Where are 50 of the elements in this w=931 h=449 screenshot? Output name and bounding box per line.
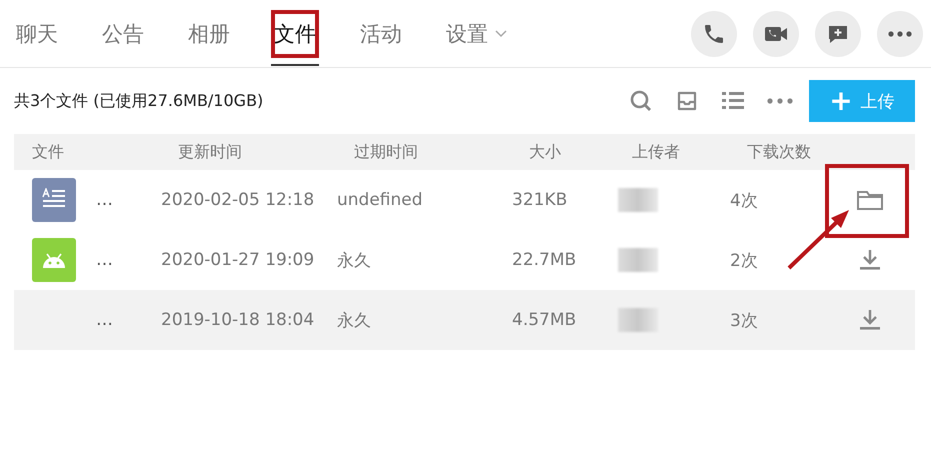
file-name: … — [96, 310, 113, 330]
tab[interactable]: 聊天 — [14, 0, 71, 68]
tab[interactable]: 公告 — [89, 0, 157, 68]
download-icon — [858, 308, 882, 332]
blurred-uploader — [618, 248, 658, 272]
search-icon[interactable] — [629, 89, 653, 113]
more-button[interactable] — [877, 10, 923, 56]
blurred-uploader — [618, 188, 658, 212]
more-icon[interactable] — [767, 98, 793, 104]
column-header: 上传者 — [631, 142, 681, 162]
inbox-icon[interactable] — [675, 89, 699, 113]
more-icon — [888, 30, 912, 36]
blurred-uploader — [618, 308, 658, 332]
table-cell-text: 4.57MB — [511, 310, 578, 330]
download-button[interactable] — [858, 248, 882, 272]
table-cell-text: 22.7MB — [511, 250, 578, 270]
file-row[interactable]: … 2019-10-18 18:04 永久 4.57MB 3次 — [14, 290, 915, 350]
column-header: 更新时间 — [177, 142, 243, 162]
table-cell-text: 永久 — [336, 250, 372, 272]
document-icon — [32, 178, 76, 222]
table-cell-text: 4次 — [729, 190, 759, 212]
phone-button[interactable] — [691, 10, 737, 56]
tab[interactable]: 文件 — [261, 0, 329, 68]
message-button[interactable] — [815, 10, 861, 56]
table-cell-text: 3次 — [729, 310, 759, 332]
upload-button[interactable]: + 上传 — [809, 80, 915, 122]
tab[interactable]: 活动 — [347, 0, 415, 68]
video-button[interactable] — [753, 10, 799, 56]
download-icon — [858, 248, 882, 272]
column-header: 过期时间 — [353, 142, 419, 162]
column-header: 大小 — [528, 142, 562, 162]
column-header: 下载次数 — [746, 142, 812, 162]
table-cell-text: 2020-01-27 19:09 — [160, 250, 316, 270]
table-cell-text: 永久 — [336, 310, 372, 332]
table-cell-text: 2020-02-05 12:18 — [160, 190, 316, 210]
table-cell-text: 321KB — [511, 190, 568, 210]
file-summary: 共3个文件 (已使用27.6MB/10GB) — [14, 90, 264, 112]
column-header: 文件 — [31, 142, 65, 162]
android-icon — [32, 238, 76, 282]
download-button[interactable] — [858, 308, 882, 332]
file-name: … — [96, 250, 113, 270]
list-icon[interactable] — [721, 90, 745, 112]
tab[interactable]: 设置 — [433, 0, 521, 68]
folder-icon — [856, 188, 884, 212]
table-cell-text: 2次 — [729, 250, 759, 272]
file-name: … — [96, 190, 113, 210]
open-folder-button[interactable] — [856, 188, 884, 212]
table-cell-text: undefined — [336, 190, 424, 210]
table-cell-text: 2019-10-18 18:04 — [160, 310, 316, 330]
tab[interactable]: 相册 — [175, 0, 243, 68]
